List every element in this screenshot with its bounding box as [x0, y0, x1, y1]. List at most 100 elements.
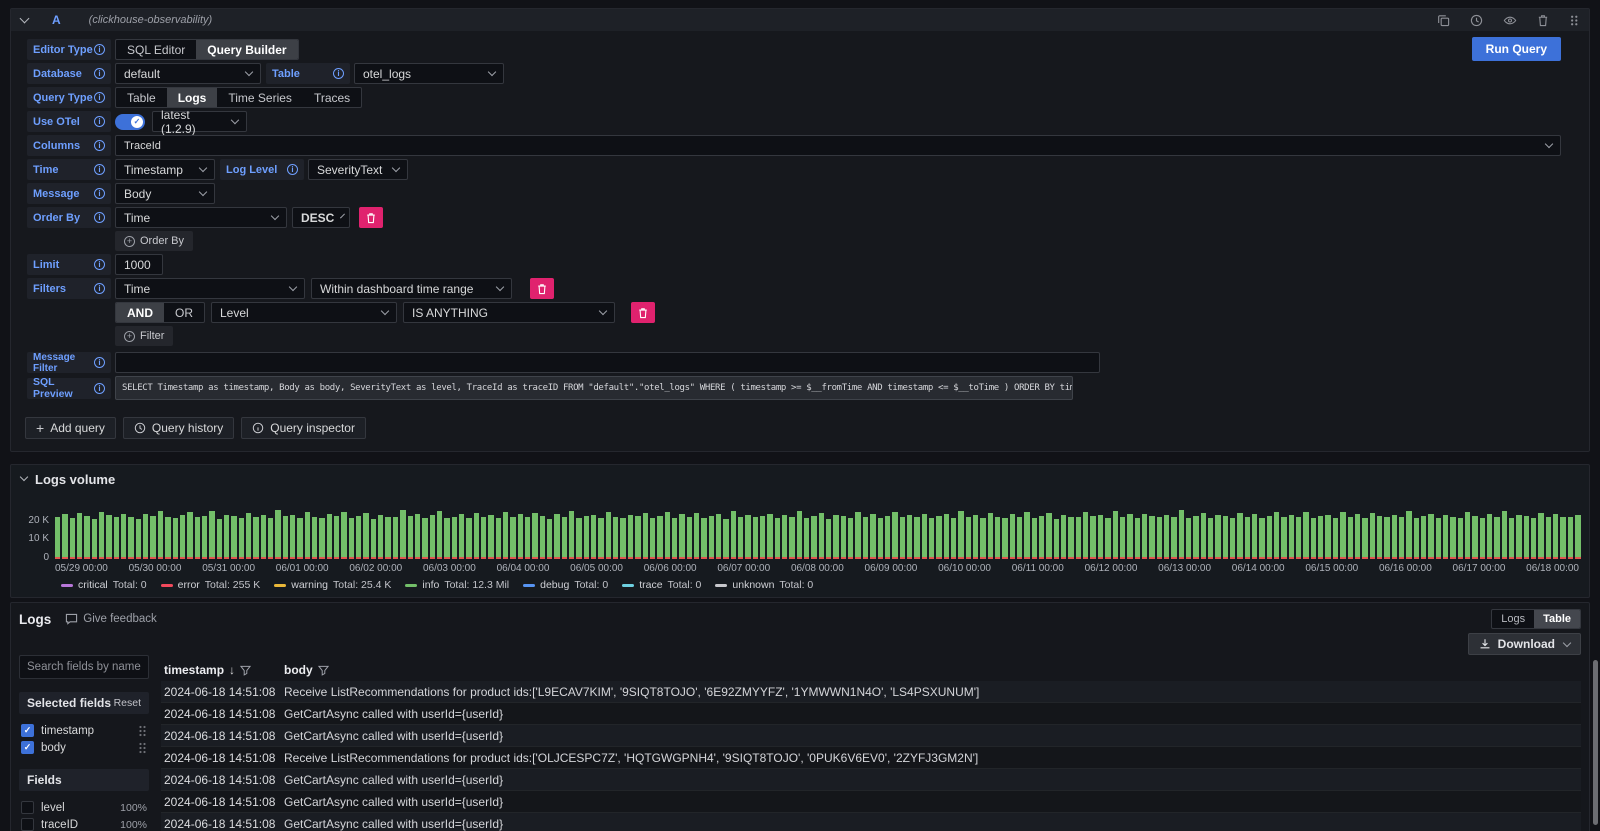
table-row[interactable]: 2024-06-18 14:51:08GetCartAsync called w…: [161, 769, 1581, 791]
info-icon[interactable]: i: [94, 188, 105, 199]
message-filter-input[interactable]: [115, 352, 1100, 373]
legend-item-error[interactable]: errorTotal: 255 K: [161, 579, 261, 591]
page-scrollbar[interactable]: [1593, 660, 1598, 825]
eye-icon[interactable]: [1503, 14, 1517, 27]
info-icon[interactable]: i: [94, 92, 105, 103]
filter2-operator-select[interactable]: IS ANYTHING: [403, 302, 615, 323]
drag-handle-icon[interactable]: [138, 742, 147, 754]
selected-field-timestamp[interactable]: ✓timestamp: [19, 722, 149, 739]
info-icon[interactable]: i: [94, 116, 105, 127]
info-icon[interactable]: i: [94, 212, 105, 223]
info-icon[interactable]: i: [94, 259, 105, 270]
info-icon[interactable]: i: [94, 44, 105, 55]
editor-type-option-query-builder[interactable]: Query Builder: [196, 40, 297, 59]
table-select[interactable]: otel_logs: [354, 63, 504, 84]
query-type-option-logs[interactable]: Logs: [167, 88, 218, 107]
query-type-option-table[interactable]: Table: [116, 88, 167, 107]
table-row[interactable]: 2024-06-18 14:51:08Receive ListRecommend…: [161, 681, 1581, 703]
logs-volume-header[interactable]: Logs volume: [21, 470, 1579, 488]
filter-field-select[interactable]: Time: [115, 278, 305, 299]
table-row[interactable]: 2024-06-18 14:51:08GetCartAsync called w…: [161, 703, 1581, 725]
add-filter-button[interactable]: + Filter: [115, 326, 173, 346]
info-icon[interactable]: i: [94, 68, 105, 79]
volume-bar: [547, 519, 552, 559]
legend-item-unknown[interactable]: unknownTotal: 0: [715, 579, 813, 591]
query-type-option-traces[interactable]: Traces: [303, 88, 361, 107]
legend-total: Total: 255 K: [205, 579, 260, 591]
collapse-panel-icon[interactable]: [20, 473, 28, 481]
field-level[interactable]: level100%: [19, 799, 149, 816]
collapse-query-icon[interactable]: [20, 13, 30, 23]
view-option-table[interactable]: Table: [1534, 610, 1580, 628]
legend-item-trace[interactable]: traceTotal: 0: [622, 579, 701, 591]
info-icon[interactable]: i: [94, 164, 105, 175]
query-inspector-button[interactable]: Query inspector: [241, 417, 366, 439]
table-row[interactable]: 2024-06-18 14:51:08GetCartAsync called w…: [161, 791, 1581, 813]
editor-type-option-sql-editor[interactable]: SQL Editor: [116, 40, 196, 59]
or-option[interactable]: OR: [164, 303, 204, 322]
field-traceID[interactable]: traceID100%: [19, 816, 149, 831]
query-history-button[interactable]: Query history: [123, 417, 234, 439]
add-query-button[interactable]: + Add query: [25, 417, 116, 439]
legend-item-info[interactable]: infoTotal: 12.3 Mil: [405, 579, 509, 591]
volume-bar: [481, 517, 486, 559]
info-icon[interactable]: i: [333, 68, 344, 79]
info-icon[interactable]: i: [94, 383, 105, 394]
and-option[interactable]: AND: [116, 303, 164, 322]
volume-bar: [1531, 518, 1536, 559]
body-column-header[interactable]: body: [284, 663, 329, 677]
use-otel-toggle[interactable]: ✓: [115, 114, 145, 130]
legend-item-debug[interactable]: debugTotal: 0: [523, 579, 608, 591]
filter-funnel-icon[interactable]: [240, 665, 251, 676]
table-row[interactable]: 2024-06-18 14:51:08Receive ListRecommend…: [161, 747, 1581, 769]
checkbox-unchecked-icon[interactable]: [21, 818, 34, 831]
info-icon[interactable]: i: [94, 140, 105, 151]
order-by-field-select[interactable]: Time: [115, 207, 287, 228]
table-row[interactable]: 2024-06-18 14:51:08GetCartAsync called w…: [161, 813, 1581, 831]
add-order-by-button[interactable]: + Order By: [115, 231, 193, 251]
table-row[interactable]: 2024-06-18 14:51:08GetCartAsync called w…: [161, 725, 1581, 747]
field-percentage: 100%: [120, 802, 147, 814]
run-query-button[interactable]: Run Query: [1472, 37, 1561, 61]
limit-input[interactable]: [115, 254, 163, 275]
checkbox-checked-icon[interactable]: ✓: [21, 741, 34, 754]
sort-desc-icon[interactable]: ↓: [229, 663, 235, 677]
message-column-select[interactable]: Body: [115, 183, 215, 204]
search-fields-input[interactable]: [19, 655, 149, 679]
reset-button[interactable]: Reset: [114, 697, 141, 709]
checkbox-checked-icon[interactable]: ✓: [21, 724, 34, 737]
duplicate-icon[interactable]: [1437, 14, 1450, 27]
history-icon[interactable]: [1470, 14, 1483, 27]
database-select[interactable]: default: [115, 63, 261, 84]
remove-filter2-button[interactable]: [631, 302, 655, 323]
timestamp-column-header[interactable]: timestamp ↓: [161, 663, 284, 677]
y-tick: 0: [43, 552, 49, 563]
order-by-direction-select[interactable]: DESC: [292, 207, 350, 228]
legend-item-warning[interactable]: warningTotal: 25.4 K: [274, 579, 391, 591]
drag-handle-icon[interactable]: [138, 725, 147, 737]
give-feedback-link[interactable]: Give feedback: [65, 613, 157, 625]
info-icon[interactable]: i: [94, 283, 105, 294]
time-column-select[interactable]: Timestamp: [115, 159, 215, 180]
view-option-logs[interactable]: Logs: [1492, 610, 1534, 628]
selected-field-body[interactable]: ✓body: [19, 739, 149, 756]
remove-filter-button[interactable]: [530, 278, 554, 299]
log-level-select[interactable]: SeverityText: [308, 159, 408, 180]
remove-order-by-button[interactable]: [359, 207, 383, 228]
download-button[interactable]: Download: [1468, 633, 1581, 655]
drag-handle-icon[interactable]: [1569, 14, 1579, 27]
filter-funnel-icon[interactable]: [318, 665, 329, 676]
filter-operator-select[interactable]: Within dashboard time range: [311, 278, 512, 299]
legend-item-critical[interactable]: criticalTotal: 0: [61, 579, 147, 591]
info-icon[interactable]: i: [94, 357, 105, 368]
trash-icon[interactable]: [1537, 14, 1549, 27]
sql-preview-box[interactable]: SELECT Timestamp as timestamp, Body as b…: [115, 376, 1073, 400]
volume-bar: [1575, 515, 1580, 559]
checkbox-unchecked-icon[interactable]: [21, 801, 34, 814]
volume-bar: [1010, 514, 1015, 559]
columns-multiselect[interactable]: TraceId: [115, 135, 1561, 156]
info-icon[interactable]: i: [287, 164, 298, 175]
otel-version-select[interactable]: latest (1.2.9): [152, 111, 247, 132]
filter2-field-select[interactable]: Level: [211, 302, 397, 323]
query-type-option-time-series[interactable]: Time Series: [217, 88, 303, 107]
